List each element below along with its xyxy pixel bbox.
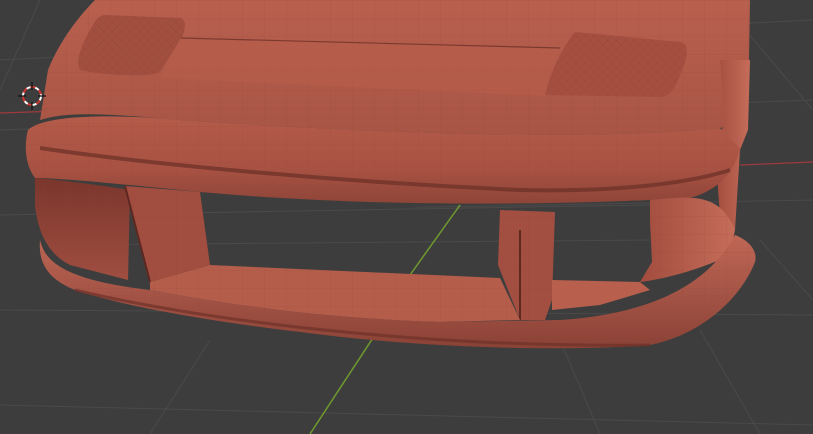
intake-floor-right bbox=[552, 280, 650, 310]
car-mesh[interactable] bbox=[25, 0, 756, 349]
viewport-scene[interactable] bbox=[0, 0, 813, 434]
x-axis-line-right bbox=[739, 161, 813, 166]
3d-cursor-icon[interactable] bbox=[18, 82, 46, 110]
3d-viewport[interactable] bbox=[0, 0, 813, 434]
